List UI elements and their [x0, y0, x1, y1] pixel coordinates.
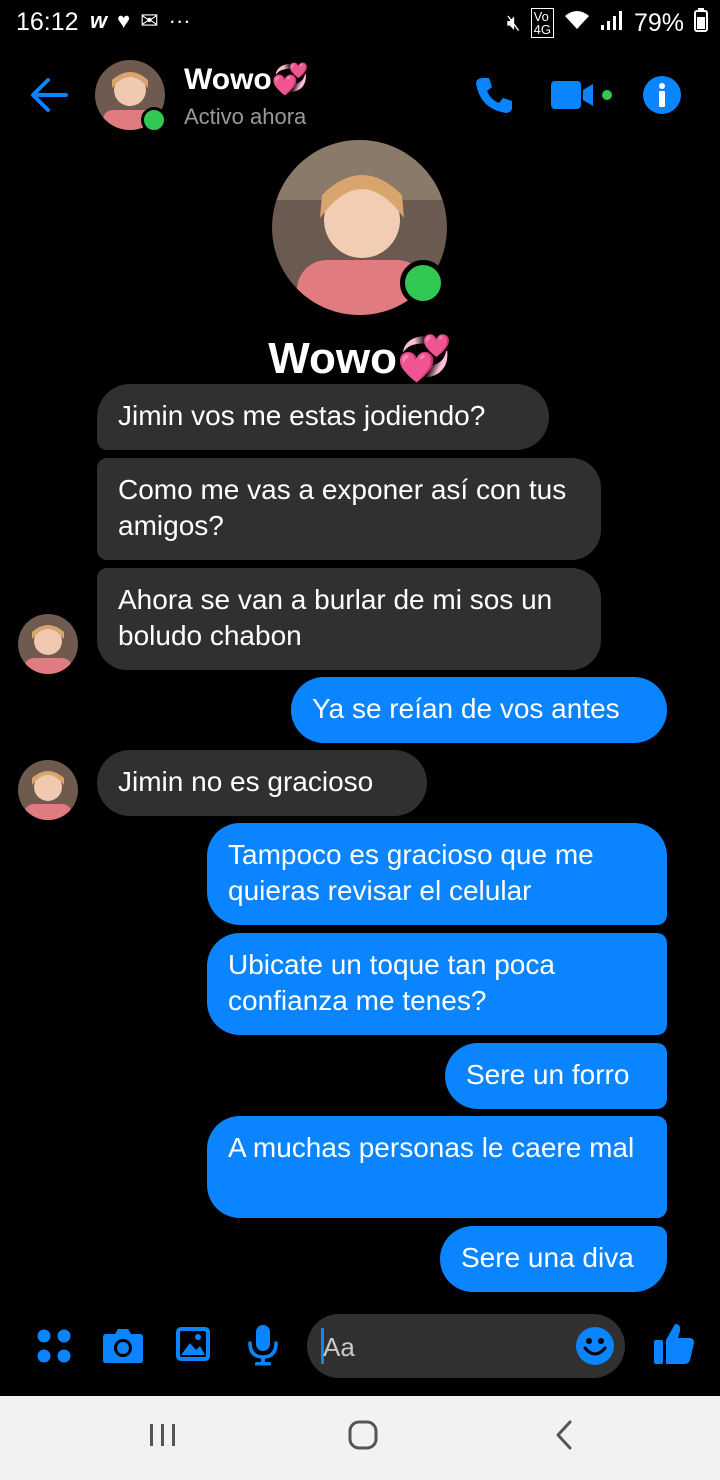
back-nav-button[interactable]	[548, 1418, 582, 1457]
mute-icon: 🔇︎	[506, 10, 521, 35]
profile-online-dot	[400, 260, 446, 306]
system-navigation-bar	[0, 1396, 720, 1480]
message-input[interactable]: Aa	[307, 1314, 625, 1378]
status-bar: 16:12 w ♥ ✉ ··· 🔇︎ Vo 4G 79%	[0, 0, 720, 44]
w-app-icon: w	[90, 8, 108, 33]
message-bubble[interactable]: Sere una diva	[440, 1226, 667, 1292]
status-time: 16:12	[16, 8, 79, 36]
message-bubble[interactable]: Ubicate un toque tan poca confianza me t…	[207, 933, 667, 1035]
voice-call-button[interactable]	[474, 75, 514, 120]
sender-avatar	[18, 614, 78, 674]
message-bubble[interactable]: Jimin no es gracioso	[97, 750, 427, 816]
more-actions-button[interactable]	[36, 1328, 72, 1369]
volte-icon: Vo 4G	[530, 8, 554, 38]
back-chevron-icon	[556, 1420, 572, 1450]
info-icon	[643, 76, 681, 114]
chat-header: Wowo💞 Activo ahora	[0, 50, 720, 145]
more-dots-icon: ···	[168, 8, 191, 33]
message-bubble[interactable]: Jimin vos me estas jodiendo?	[97, 384, 549, 450]
mail-icon: ✉	[140, 8, 159, 33]
recent-apps-icon	[150, 1424, 175, 1446]
video-call-button[interactable]	[551, 80, 613, 115]
video-camera-icon	[551, 81, 612, 109]
message-bubble[interactable]: Ya se reían de vos antes	[291, 677, 667, 743]
message-bubble[interactable]: Tampoco es gracioso que me quieras revis…	[207, 823, 667, 925]
online-status-dot	[141, 107, 167, 133]
recent-apps-button[interactable]	[146, 1418, 180, 1457]
message-bubble[interactable]: Sere un forro	[445, 1043, 667, 1109]
battery-percent: 79%	[633, 8, 684, 37]
thumbs-up-icon	[654, 1324, 694, 1364]
emoji-button[interactable]	[575, 1326, 615, 1371]
profile-name: Wowo💞	[268, 334, 452, 383]
microphone-icon	[248, 1325, 278, 1366]
back-button[interactable]	[28, 74, 70, 116]
battery-icon	[694, 8, 708, 38]
message-composer: Aa	[0, 1300, 720, 1396]
apps-grid-icon	[37, 1329, 71, 1363]
image-icon	[176, 1327, 210, 1361]
heart-icon: ♥	[117, 8, 131, 33]
message-input-placeholder: Aa	[323, 1332, 355, 1362]
emoji-icon	[576, 1327, 614, 1365]
like-button[interactable]	[653, 1322, 695, 1371]
camera-icon	[103, 1329, 143, 1363]
sender-avatar	[18, 760, 78, 820]
phone-icon	[476, 78, 512, 113]
contact-status: Activo ahora	[184, 104, 307, 129]
signal-icon	[600, 9, 624, 37]
gallery-button[interactable]	[175, 1326, 211, 1367]
home-icon	[348, 1420, 378, 1450]
wifi-icon	[564, 9, 590, 37]
message-bubble[interactable]: Como me vas a exponer así con tus amigos…	[97, 458, 601, 560]
home-button[interactable]	[346, 1418, 380, 1457]
voice-message-button[interactable]	[247, 1324, 279, 1371]
back-arrow-icon	[31, 78, 68, 112]
contact-name[interactable]: Wowo💞	[184, 62, 309, 97]
message-bubble[interactable]: Ahora se van a burlar de mi sos un bolud…	[97, 568, 601, 670]
message-bubble[interactable]: A muchas personas le caere mal	[207, 1116, 667, 1218]
camera-button[interactable]	[102, 1326, 144, 1369]
info-button[interactable]	[642, 75, 682, 120]
